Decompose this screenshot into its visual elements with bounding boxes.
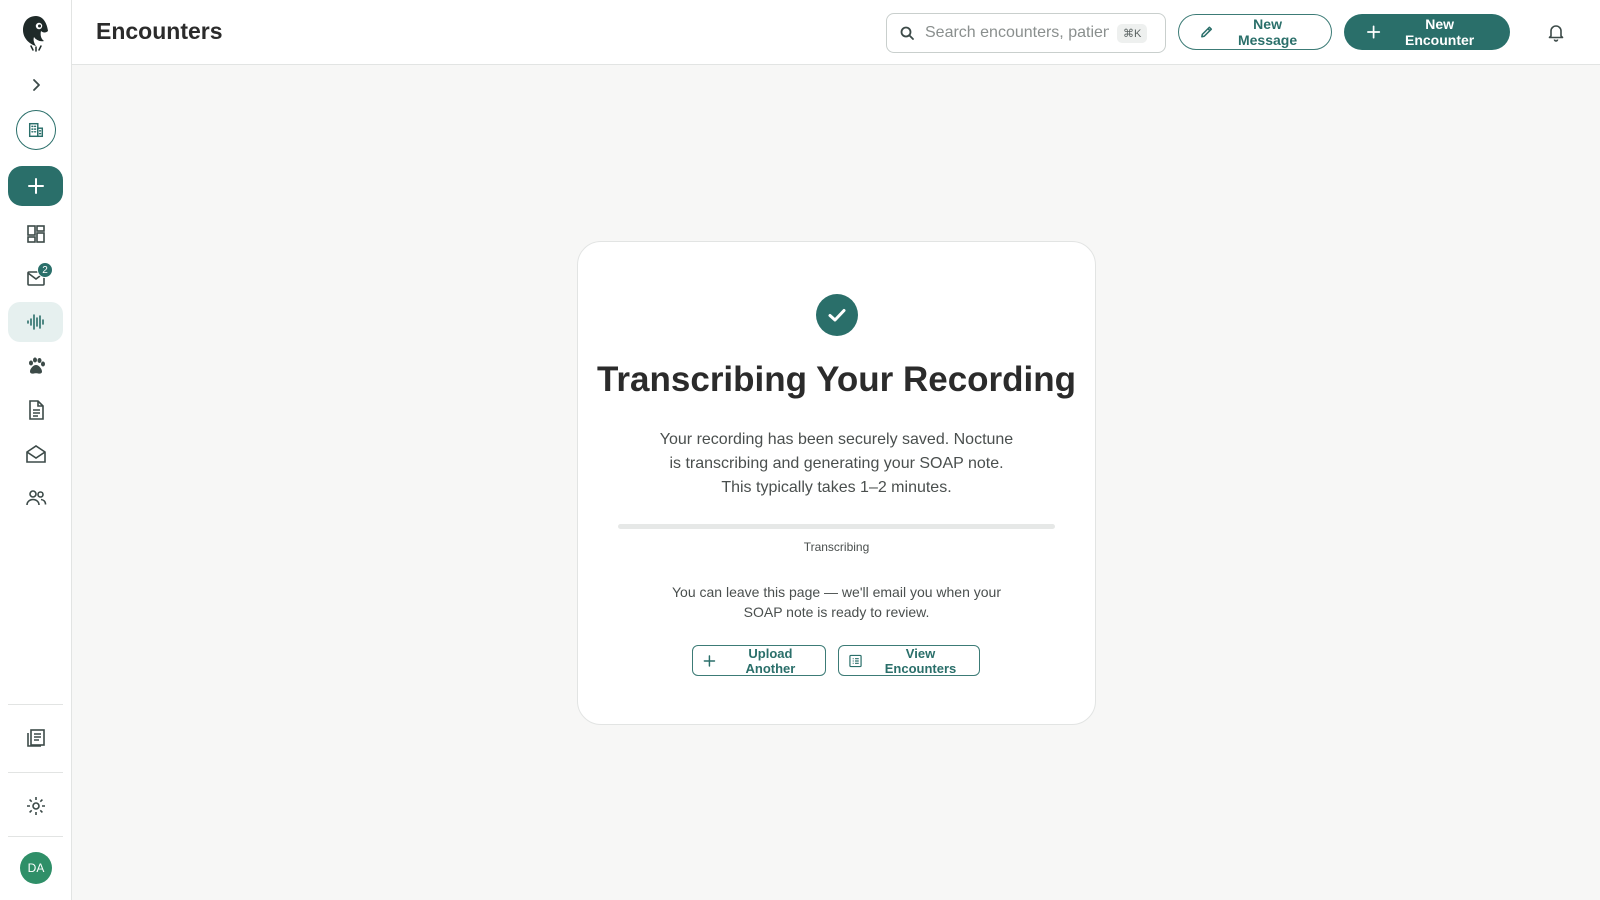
sidebar-item-dashboard[interactable] [8,214,63,254]
card-description: Your recording has been securely saved. … [659,431,1014,496]
sidebar-divider [8,772,63,773]
notifications-button[interactable] [1542,18,1570,46]
new-message-label: New Message [1237,16,1298,48]
search-input[interactable] [925,24,1109,42]
view-encounters-label: View Encounters [884,645,957,676]
plus-icon [27,178,44,194]
inbox-badge: 2 [37,262,53,278]
search-icon [900,26,914,40]
sidebar-item-patients[interactable] [8,346,63,386]
mail-open-icon [25,445,46,463]
top-header: Encounters ⌘K New Message New Encounter [72,0,1600,65]
progress-label: Transcribing [803,540,870,554]
plus-icon [1367,25,1381,39]
new-message-button[interactable]: New Message [1178,14,1332,50]
document-icon [28,400,44,420]
card-title: Transcribing Your Recording [596,360,1077,399]
sidebar-divider [8,704,63,705]
new-encounter-label: New Encounter [1404,16,1475,48]
sidebar-item-inbox[interactable]: 2 [8,258,63,298]
avatar[interactable]: DA [20,852,52,884]
waveform-icon [26,314,44,330]
progress-bar [618,524,1055,529]
transcription-status-card: Transcribing Your Recording Your recordi… [577,241,1096,725]
people-icon [25,490,46,506]
list-icon [849,654,862,667]
paw-icon [28,357,45,374]
bell-icon [1548,25,1564,42]
sidebar-item-mail[interactable] [8,434,63,474]
new-encounter-button[interactable]: New Encounter [1344,14,1510,50]
plus-icon [703,654,716,667]
new-encounter-sidebar-button[interactable] [8,166,63,206]
notes-icon [26,729,45,747]
card-note: You can leave this page — we'll email yo… [671,584,1001,620]
pencil-icon [1201,26,1213,38]
sidebar-item-notes[interactable] [8,718,63,758]
gear-icon [26,797,45,815]
sidebar: 2 DA [0,0,72,900]
view-encounters-button[interactable]: View Encounters [838,645,980,676]
sidebar-item-documents[interactable] [8,390,63,430]
search-shortcut: ⌘K [1117,23,1148,43]
upload-another-label: Upload Another [745,645,796,676]
sidebar-divider [8,836,63,837]
chevron-right-icon[interactable] [8,65,63,105]
owl-logo-icon[interactable] [8,13,63,53]
sidebar-item-team[interactable] [8,478,63,518]
page-title: Encounters [96,18,223,44]
upload-another-button[interactable]: Upload Another [692,645,826,676]
sidebar-item-recordings[interactable] [8,302,63,342]
dashboard-icon [26,225,45,243]
search-box[interactable]: ⌘K [886,13,1166,53]
check-circle-icon [816,294,858,336]
building-icon[interactable] [16,110,56,150]
sidebar-item-settings[interactable] [8,786,63,826]
